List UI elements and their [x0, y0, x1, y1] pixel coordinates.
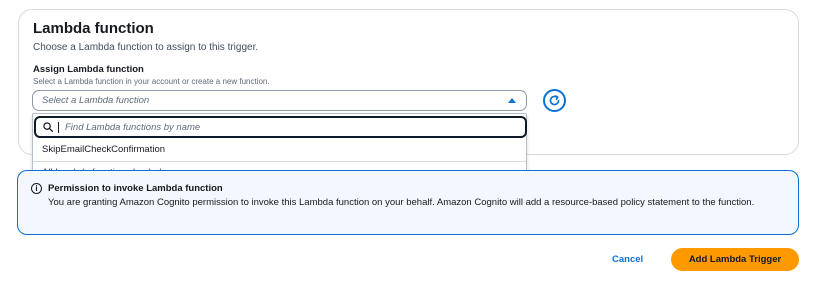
add-lambda-trigger-button[interactable]: Add Lambda Trigger [671, 248, 799, 271]
lambda-function-select[interactable]: Select a Lambda function [32, 90, 527, 111]
search-icon [43, 122, 53, 132]
alert-body: You are granting Amazon Cognito permissi… [48, 197, 755, 208]
field-description: Select a Lambda function in your account… [33, 77, 270, 86]
dropdown-divider [33, 161, 526, 162]
permission-alert: i Permission to invoke Lambda function Y… [17, 170, 799, 235]
function-search-input[interactable]: Find Lambda functions by name [34, 116, 527, 138]
alert-title: Permission to invoke Lambda function [48, 183, 223, 194]
section-description: Choose a Lambda function to assign to th… [33, 42, 259, 53]
refresh-icon [549, 95, 560, 106]
dropdown-option[interactable]: SkipEmailCheckConfirmation [42, 144, 165, 155]
text-cursor [58, 121, 59, 133]
search-placeholder: Find Lambda functions by name [65, 121, 201, 133]
section-title: Lambda function [33, 20, 154, 37]
refresh-button[interactable] [543, 89, 566, 112]
caret-up-icon [508, 98, 516, 103]
select-placeholder: Select a Lambda function [42, 95, 150, 106]
cancel-button[interactable]: Cancel [612, 254, 643, 265]
field-label: Assign Lambda function [33, 64, 144, 75]
info-icon: i [31, 183, 42, 194]
